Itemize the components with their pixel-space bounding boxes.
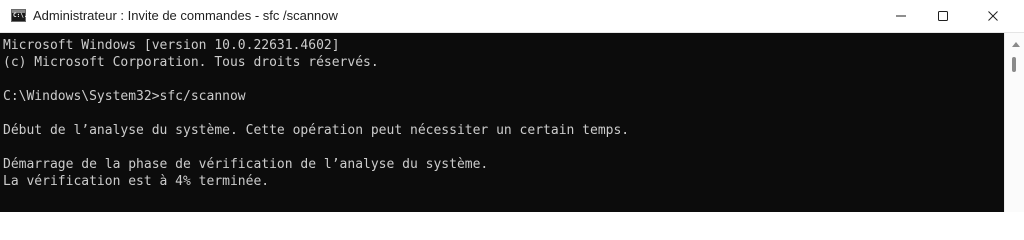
window-title: Administrateur : Invite de commandes - s… [33, 8, 338, 23]
console-line-progress: La vérification est à 4% terminée. [3, 174, 270, 189]
console-line-prompt-command: C:\Windows\System32>sfc/scannow [3, 89, 246, 104]
console-line-verification-phase: Démarrage de la phase de vérification de… [3, 157, 489, 172]
minimize-icon [896, 15, 906, 17]
vertical-scrollbar[interactable] [1004, 33, 1024, 212]
cmd-icon-label: C:\. [13, 12, 28, 19]
cmd-icon[interactable]: C:\. [11, 9, 28, 22]
minimize-button[interactable] [878, 0, 924, 32]
scrollbar-thumb[interactable] [1012, 57, 1016, 72]
scroll-up-arrow-icon[interactable] [1012, 42, 1020, 47]
maximize-icon [938, 11, 948, 21]
console-output[interactable]: Microsoft Windows [version 10.0.22631.46… [0, 33, 1004, 212]
close-button[interactable] [970, 0, 1016, 32]
console-line-scan-start: Début de l’analyse du système. Cette opé… [3, 123, 630, 138]
console-line-copyright: (c) Microsoft Corporation. Tous droits r… [3, 55, 379, 70]
title-bar[interactable]: C:\. Administrateur : Invite de commande… [0, 0, 1024, 33]
close-icon [988, 11, 998, 21]
maximize-button[interactable] [920, 0, 966, 32]
command-prompt-window: C:\. Administrateur : Invite de commande… [0, 0, 1024, 212]
console-line-version: Microsoft Windows [version 10.0.22631.46… [3, 38, 340, 53]
